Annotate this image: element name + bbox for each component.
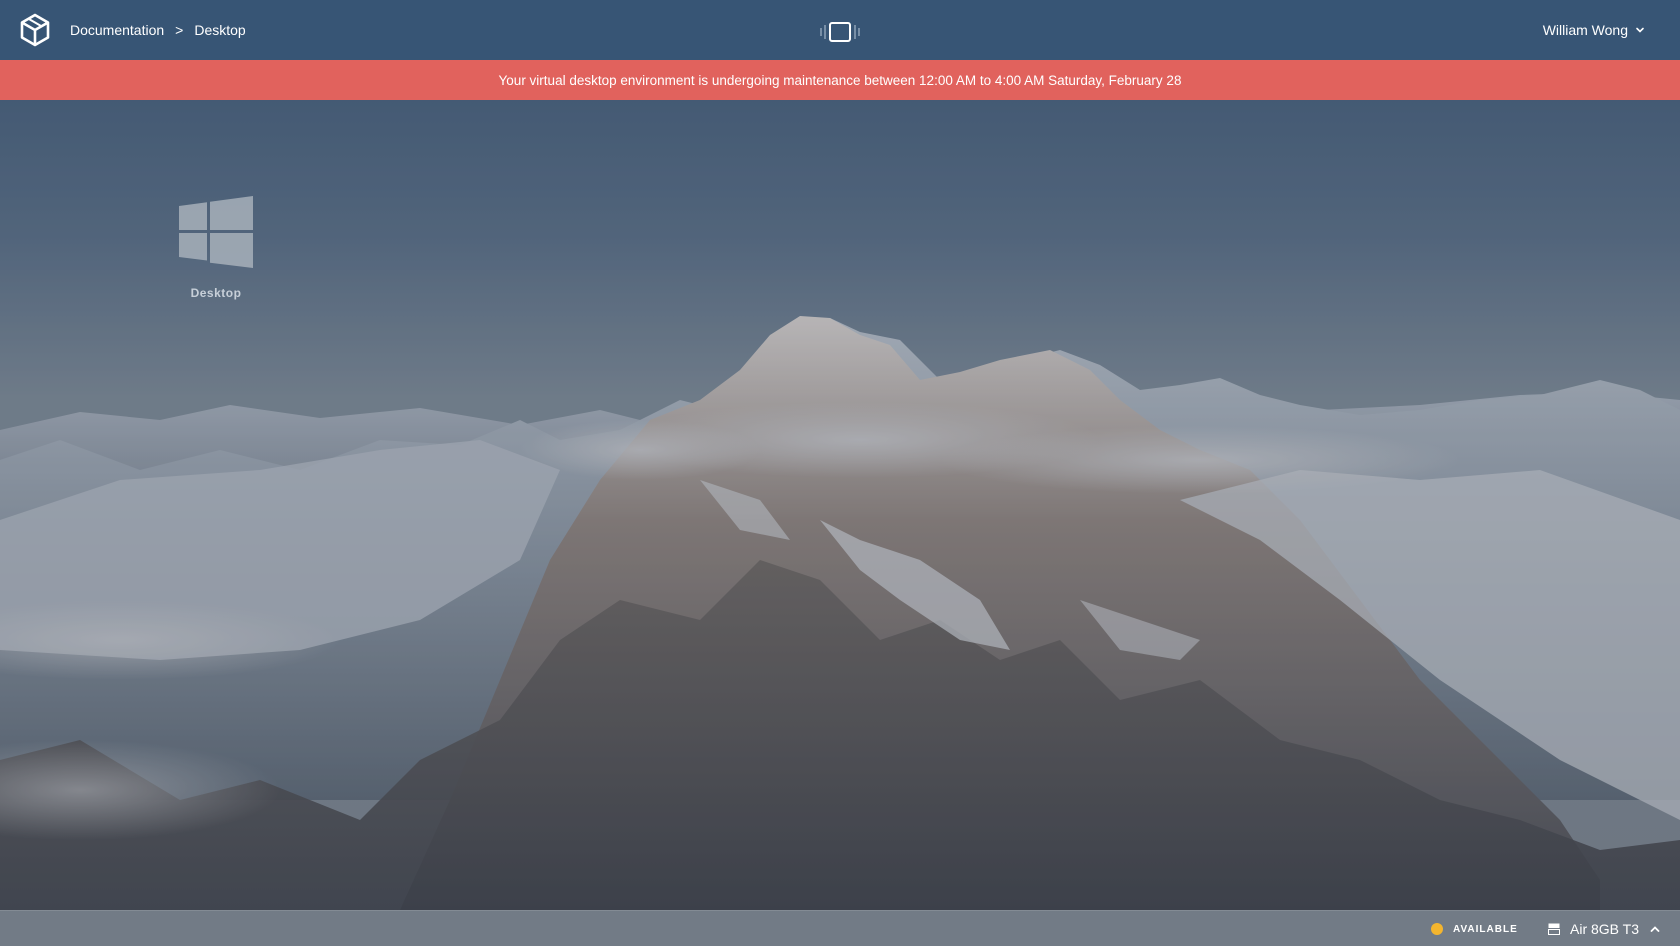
virtual-desktop-screen: Documentation > Desktop William Wong You…: [0, 0, 1680, 946]
mountain-wallpaper: [0, 0, 1680, 946]
display-mode-icon[interactable]: [818, 20, 862, 44]
availability-status: AVAILABLE: [1431, 911, 1518, 946]
machine-label: Air 8GB T3: [1570, 921, 1639, 937]
status-dot-icon: [1431, 923, 1443, 935]
cube-logo-icon[interactable]: [20, 13, 50, 47]
server-icon: [1548, 923, 1560, 935]
desktop-shortcut[interactable]: Desktop: [160, 196, 272, 316]
chevron-up-icon: [1650, 926, 1660, 932]
breadcrumb-documentation[interactable]: Documentation: [70, 22, 164, 38]
breadcrumb: Documentation > Desktop: [70, 0, 246, 60]
chevron-down-icon: [1636, 27, 1644, 33]
windows-logo-icon: [179, 196, 253, 268]
machine-selector[interactable]: Air 8GB T3: [1548, 911, 1661, 946]
status-label: AVAILABLE: [1453, 923, 1518, 935]
maintenance-message: Your virtual desktop environment is unde…: [498, 72, 1182, 88]
desktop-shortcut-label: Desktop: [190, 286, 242, 300]
breadcrumb-separator: >: [175, 22, 184, 38]
user-menu[interactable]: William Wong: [1543, 0, 1645, 60]
top-bar: Documentation > Desktop William Wong: [0, 0, 1680, 60]
breadcrumb-desktop[interactable]: Desktop: [194, 22, 245, 38]
user-name: William Wong: [1542, 22, 1628, 38]
status-bar: AVAILABLE Air 8GB T3: [0, 910, 1680, 946]
maintenance-banner: Your virtual desktop environment is unde…: [0, 60, 1680, 100]
